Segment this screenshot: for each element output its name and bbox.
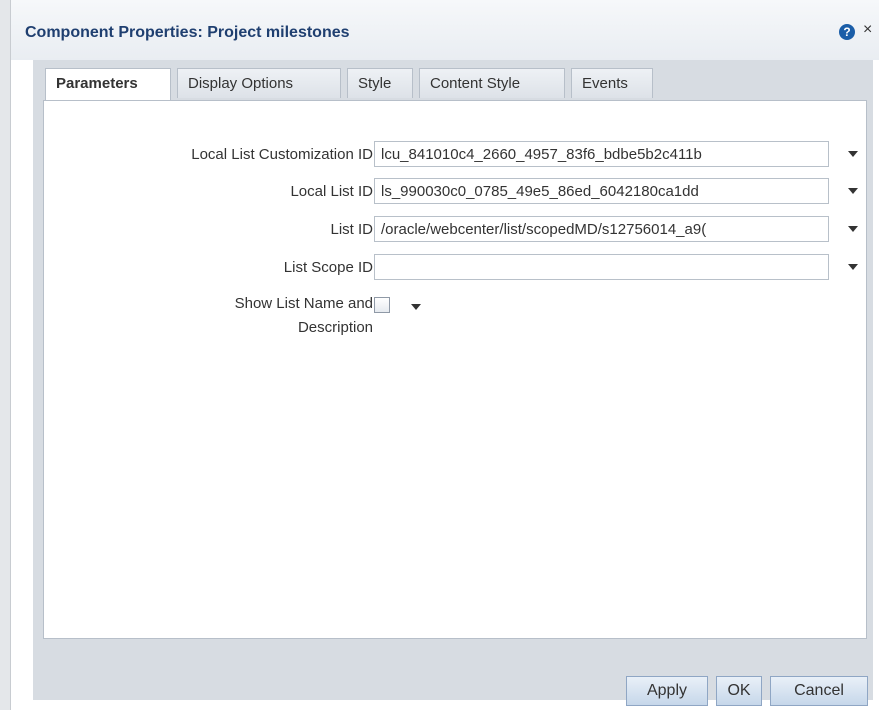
tab-display-options[interactable]: Display Options: [177, 68, 341, 98]
list-id-input[interactable]: [374, 216, 829, 242]
param-row-list-id: List ID: [44, 216, 866, 244]
param-label: Local List ID: [290, 183, 373, 200]
chevron-down-icon[interactable]: [848, 226, 858, 232]
param-row-list-scope-id: List Scope ID: [44, 254, 866, 282]
param-row-local-list-id: Local List ID: [44, 178, 866, 206]
param-row-local-list-customization-id: Local List Customization ID: [44, 141, 866, 169]
chevron-down-icon[interactable]: [848, 188, 858, 194]
dialog-title: Component Properties: Project milestones: [25, 24, 350, 41]
background-left-edge: [0, 0, 11, 710]
param-label: Local List Customization ID: [191, 146, 373, 163]
tab-strip: Parameters Display Options Style Content…: [33, 60, 873, 700]
tab-content-style[interactable]: Content Style: [419, 68, 565, 98]
chevron-down-icon[interactable]: [848, 151, 858, 157]
param-label: List ID: [330, 221, 373, 238]
apply-button[interactable]: Apply: [626, 676, 708, 706]
chevron-down-icon[interactable]: [411, 304, 421, 310]
show-list-name-checkbox[interactable]: [374, 297, 390, 313]
parameters-panel: Local List Customization ID Local List I…: [43, 100, 867, 639]
local-list-customization-id-input[interactable]: [374, 141, 829, 167]
tab-events[interactable]: Events: [571, 68, 653, 98]
param-label: Show List Name and Description: [73, 292, 373, 340]
close-icon[interactable]: ×: [863, 21, 872, 39]
list-scope-id-input[interactable]: [374, 254, 829, 280]
ok-button[interactable]: OK: [716, 676, 762, 706]
component-properties-dialog: Component Properties: Project milestones…: [11, 0, 879, 710]
param-row-show-list-name: Show List Name and Description: [44, 292, 866, 346]
help-icon[interactable]: ?: [839, 24, 855, 40]
tab-style[interactable]: Style: [347, 68, 413, 98]
param-label-line-1: Show List Name and: [234, 295, 373, 312]
chevron-down-icon[interactable]: [848, 264, 858, 270]
param-label-line-2: Description: [297, 319, 373, 336]
dialog-title-bar: Component Properties: Project milestones…: [11, 0, 879, 60]
local-list-id-input[interactable]: [374, 178, 829, 204]
tab-parameters[interactable]: Parameters: [45, 68, 171, 100]
param-label: List Scope ID: [283, 259, 373, 276]
cancel-button[interactable]: Cancel: [770, 676, 868, 706]
